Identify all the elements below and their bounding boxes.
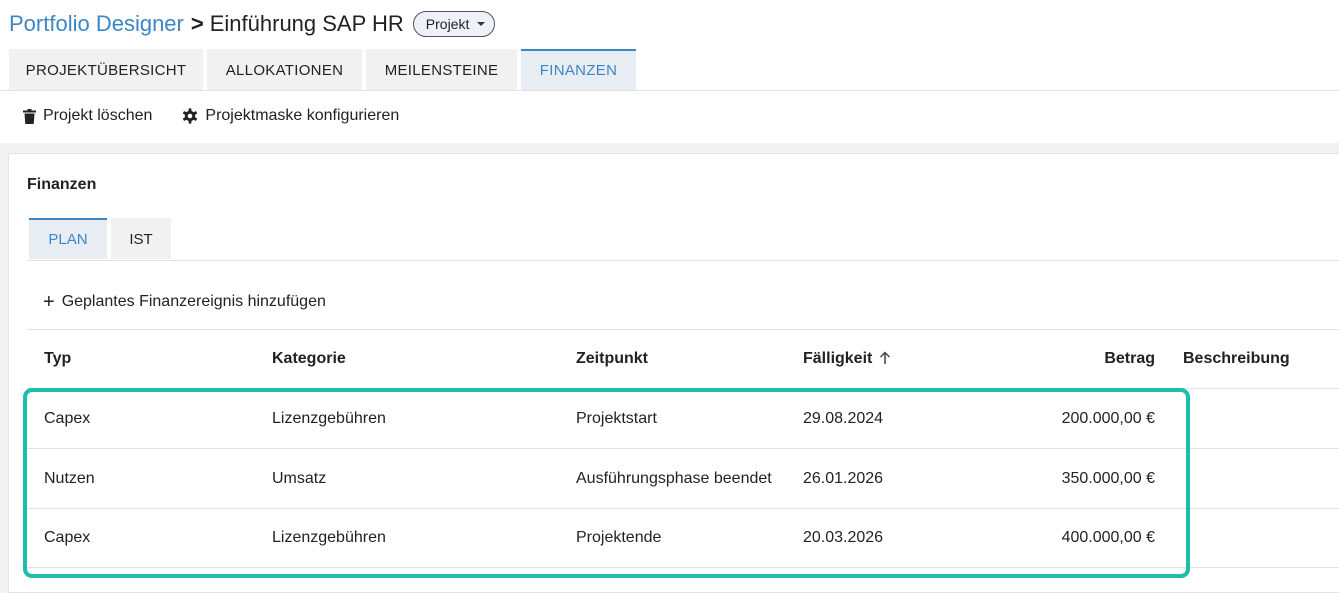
row-divider bbox=[27, 508, 1339, 509]
gear-icon bbox=[183, 108, 198, 124]
cell-category: Umsatz bbox=[272, 470, 327, 487]
cell-amount: 400.000,00 € bbox=[1061, 529, 1155, 546]
column-header-type[interactable]: Typ bbox=[44, 349, 71, 369]
column-header-category[interactable]: Kategorie bbox=[272, 349, 346, 369]
tab-label: PROJEKTÜBERSICHT bbox=[25, 62, 187, 79]
project-type-dropdown[interactable]: Projekt bbox=[412, 11, 496, 37]
page-title: Einführung SAP HR bbox=[209, 11, 404, 36]
cell-due: 29.08.2024 bbox=[803, 410, 884, 427]
breadcrumb: Portfolio Designer > Einführung SAP HR P… bbox=[9, 9, 496, 39]
caret-down-icon bbox=[477, 22, 486, 26]
cell-due: 26.01.2026 bbox=[803, 470, 884, 487]
page-header: Portfolio Designer > Einführung SAP HR P… bbox=[0, 0, 1339, 143]
add-planned-event-button[interactable]: + Geplantes Finanzereignis hinzufügen bbox=[43, 292, 326, 312]
plus-icon: + bbox=[43, 291, 55, 313]
trash-icon bbox=[23, 108, 36, 124]
tab-allokationen[interactable]: ALLOKATIONEN bbox=[207, 49, 362, 90]
cell-timepoint: Ausführungsphase beendet bbox=[576, 470, 772, 487]
delete-project-label: Projekt löschen bbox=[43, 107, 153, 124]
finance-subtabs: PLAN IST bbox=[29, 218, 175, 259]
finance-card: Finanzen PLAN IST + Geplantes Finanzerei… bbox=[8, 153, 1339, 593]
tab-label: FINANZEN bbox=[539, 62, 618, 79]
toolbar-divider bbox=[27, 329, 1339, 330]
tab-label: PLAN bbox=[48, 231, 88, 248]
cell-amount: 200.000,00 € bbox=[1061, 410, 1155, 427]
cell-category: Lizenzgebühren bbox=[272, 529, 386, 546]
cell-amount: 350.000,00 € bbox=[1061, 470, 1155, 487]
configure-mask-label: Projektmaske konfigurieren bbox=[205, 107, 400, 124]
cell-timepoint: Projektstart bbox=[576, 410, 657, 427]
row-divider bbox=[27, 567, 1339, 568]
cell-due: 20.03.2026 bbox=[803, 529, 884, 546]
subtabs-divider bbox=[27, 260, 1339, 261]
breadcrumb-separator: > bbox=[190, 11, 204, 36]
main-tabs: PROJEKTÜBERSICHT ALLOKATIONEN MEILENSTEI… bbox=[9, 49, 640, 90]
tab-finanzen[interactable]: FINANZEN bbox=[521, 49, 636, 90]
tab-ist[interactable]: IST bbox=[111, 218, 171, 259]
tab-projektuebersicht[interactable]: PROJEKTÜBERSICHT bbox=[9, 49, 203, 90]
add-planned-event-label: Geplantes Finanzereignis hinzufügen bbox=[61, 293, 326, 310]
tab-meilensteine[interactable]: MEILENSTEINE bbox=[366, 49, 517, 90]
header-divider bbox=[27, 388, 1339, 389]
column-header-timepoint[interactable]: Zeitpunkt bbox=[576, 349, 648, 369]
tab-plan[interactable]: PLAN bbox=[29, 218, 107, 259]
cell-type: Nutzen bbox=[44, 470, 95, 487]
column-header-due[interactable]: Fälligkeit bbox=[803, 349, 891, 369]
tab-label: MEILENSTEINE bbox=[384, 62, 499, 79]
project-type-label: Projekt bbox=[425, 16, 470, 32]
tab-label: IST bbox=[129, 231, 153, 248]
column-header-description[interactable]: Beschreibung bbox=[1183, 349, 1290, 369]
tabs-divider bbox=[0, 90, 1339, 91]
cell-type: Capex bbox=[44, 410, 91, 427]
action-bar: Projekt löschen Projektmaske konfigurier… bbox=[23, 104, 429, 128]
breadcrumb-root-link[interactable]: Portfolio Designer bbox=[9, 11, 184, 37]
cell-timepoint: Projektende bbox=[576, 529, 662, 546]
column-header-amount[interactable]: Betrag bbox=[1104, 349, 1155, 369]
row-divider bbox=[27, 448, 1339, 449]
tab-label: ALLOKATIONEN bbox=[225, 62, 344, 79]
cell-type: Capex bbox=[44, 529, 91, 546]
sort-ascending-icon bbox=[880, 351, 891, 364]
column-header-due-label: Fälligkeit bbox=[803, 350, 873, 367]
delete-project-button[interactable]: Projekt löschen bbox=[23, 107, 152, 125]
cell-category: Lizenzgebühren bbox=[272, 410, 386, 427]
section-title: Finanzen bbox=[27, 176, 97, 193]
configure-mask-button[interactable]: Projektmaske konfigurieren bbox=[182, 107, 399, 125]
